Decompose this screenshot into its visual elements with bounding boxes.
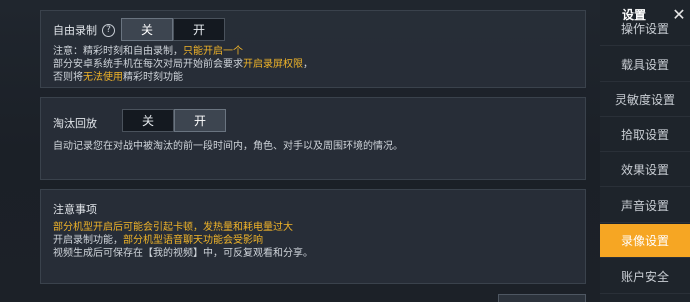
highlight-text: 只能开启一个 bbox=[183, 46, 243, 57]
elimination-replay-label: 淘汰回放 bbox=[53, 117, 97, 130]
highlight-text: 部分机型开启后可能会引起卡顿，发热量和耗电量过大 bbox=[53, 222, 293, 233]
sidebar-item-6[interactable]: 声音设置 bbox=[600, 189, 690, 223]
elimination-replay-off-button[interactable]: 关 bbox=[122, 109, 174, 132]
sidebar-item-7[interactable]: 录像设置 bbox=[600, 224, 690, 258]
free-record-notes: 注意：精彩时刻和自由录制，只能开启一个 部分安卓系统手机在每次对局开始前会要求开启… bbox=[53, 45, 313, 84]
elimination-replay-panel: 淘汰回放 关 开 自动记录您在对战中被淘汰的前一段时间内，角色、对手以及周围环境… bbox=[40, 97, 586, 180]
notice-panel: 注意事项 部分机型开启后可能会引起卡顿，发热量和耗电量过大 开启录制功能，部分机型… bbox=[40, 189, 586, 284]
elimination-replay-toggle: 关 开 bbox=[122, 109, 226, 132]
free-record-label: 自由录制 bbox=[53, 24, 97, 37]
sidebar-item-2[interactable]: 载具设置 bbox=[600, 48, 690, 82]
sidebar-item-8[interactable]: 账户安全 bbox=[600, 260, 690, 294]
note-text: 否则将 bbox=[53, 72, 83, 83]
elimination-replay-row: 淘汰回放 bbox=[53, 115, 97, 131]
help-icon[interactable]: ? bbox=[102, 23, 115, 37]
notice-title: 注意事项 bbox=[53, 203, 97, 216]
free-record-on-button[interactable]: 开 bbox=[173, 18, 225, 41]
note-line: 部分安卓系统手机在每次对局开始前会要求开启录屏权限， bbox=[53, 58, 313, 71]
highlight-text: 部分机型语音聊天功能会受影响 bbox=[123, 235, 263, 246]
free-record-off-button[interactable]: 关 bbox=[121, 18, 173, 41]
free-record-row: 自由录制 ? bbox=[53, 22, 115, 38]
elimination-replay-on-button[interactable]: 开 bbox=[174, 109, 226, 132]
note-line: 视频生成后可保存在【我的视频】中，可反复观看和分享。 bbox=[53, 247, 313, 260]
sidebar-item-3[interactable]: 灵敏度设置 bbox=[600, 83, 690, 117]
note-text: 开启录制功能， bbox=[53, 235, 123, 246]
note-line: 注意：精彩时刻和自由录制，只能开启一个 bbox=[53, 45, 313, 58]
note-text: 视频生成后可保存在【我的视频】中，可反复观看和分享。 bbox=[53, 248, 313, 259]
note-line: 部分机型开启后可能会引起卡顿，发热量和耗电量过大 bbox=[53, 221, 313, 234]
sidebar-item-4[interactable]: 拾取设置 bbox=[600, 118, 690, 152]
notice-lines: 部分机型开启后可能会引起卡顿，发热量和耗电量过大 开启录制功能，部分机型语音聊天功… bbox=[53, 221, 313, 260]
note-text: 精彩时刻功能 bbox=[123, 72, 183, 83]
free-record-panel: 自由录制 ? 关 开 注意：精彩时刻和自由录制，只能开启一个 部分安卓系统手机在每… bbox=[40, 10, 586, 88]
highlight-text: 无法使用 bbox=[83, 72, 123, 83]
bottom-button-partial[interactable] bbox=[498, 294, 586, 302]
note-text: ， bbox=[303, 59, 313, 70]
sidebar-item-1[interactable]: 操作设置 bbox=[600, 12, 690, 46]
elimination-replay-description: 自动记录您在对战中被淘汰的前一段时间内，角色、对手以及周围环境的情况。 bbox=[53, 141, 403, 152]
note-line: 开启录制功能，部分机型语音聊天功能会受影响 bbox=[53, 234, 313, 247]
highlight-text: 开启录屏权限 bbox=[243, 59, 303, 70]
note-text: 注意：精彩时刻和自由录制， bbox=[53, 46, 183, 57]
notice-title-row: 注意事项 bbox=[53, 201, 97, 217]
note-text: 部分安卓系统手机在每次对局开始前会要求 bbox=[53, 59, 243, 70]
sidebar-item-5[interactable]: 效果设置 bbox=[600, 153, 690, 187]
note-line: 否则将无法使用精彩时刻功能 bbox=[53, 71, 313, 84]
free-record-toggle: 关 开 bbox=[121, 18, 225, 41]
settings-sidebar: 设置 ✕ 操作设置 载具设置 灵敏度设置 拾取设置 效果设置 声音设置 录像设置 账户安全 bbox=[600, 0, 690, 302]
